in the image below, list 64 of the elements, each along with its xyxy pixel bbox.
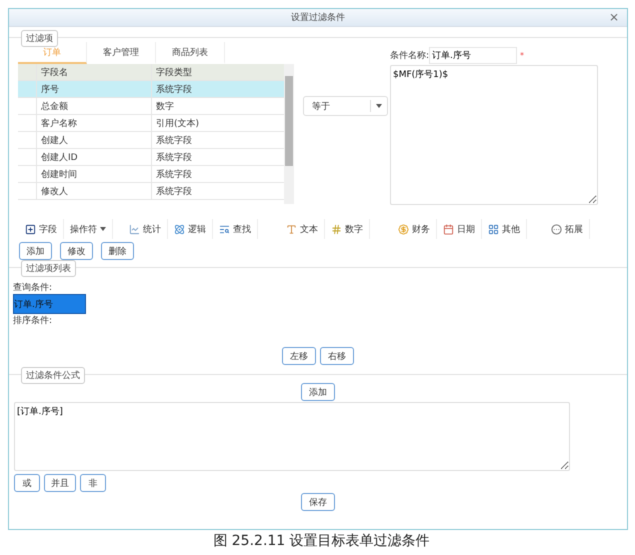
table-row[interactable]: 创建人ID 系统字段 [18, 149, 284, 166]
table-cell: 客户名称 [36, 115, 151, 131]
add-button[interactable]: 添加 [301, 383, 335, 401]
line-chart-icon [129, 224, 140, 234]
section-legend: 过滤条件公式 [21, 367, 85, 384]
table-cell: 创建人ID [36, 149, 151, 165]
table-cell: 修改人 [36, 183, 151, 199]
table-row[interactable]: 创建时间 系统字段 [18, 166, 284, 183]
table-cell: 创建人 [36, 132, 151, 148]
action-button[interactable]: 添加 [19, 242, 52, 260]
figure-caption: 图 25.2.11 设置目标表单过滤条件 [212, 532, 431, 550]
toolbar-button[interactable]: 数字 [325, 219, 370, 239]
plus-icon [25, 224, 36, 234]
toolbar-button[interactable]: 其他 [482, 219, 527, 239]
operator-dropdown[interactable]: 操作符 [64, 219, 113, 239]
operator-button[interactable]: 并且 [44, 474, 76, 492]
table-row[interactable]: 序号 系统字段 [18, 81, 284, 98]
window-title: 设置过滤条件 [291, 12, 345, 24]
table-row[interactable]: 总金额 数字 [18, 98, 284, 115]
caret-icon [376, 104, 382, 108]
move-button[interactable]: 右移 [320, 347, 354, 365]
table-cell: 序号 [36, 81, 151, 97]
toolbar-button[interactable]: 字段 [19, 219, 64, 239]
operator-button[interactable]: 或 [14, 474, 40, 492]
scrollbar[interactable] [284, 64, 294, 204]
toolbar-button[interactable]: 财务 [392, 219, 437, 239]
toolbar-button[interactable]: 日期 [437, 219, 482, 239]
operator-button[interactable]: 非 [80, 474, 106, 492]
toolbar-button[interactable]: 查找 [213, 219, 258, 239]
search-icon [219, 224, 230, 234]
required-mark: * [520, 51, 524, 60]
table-cell: 创建时间 [36, 166, 151, 182]
close-button[interactable]: × [608, 10, 619, 24]
formula-field[interactable]: $MF(序号1)$ [390, 65, 598, 205]
toolbar-button[interactable]: 统计 [123, 219, 168, 239]
letter-t-icon [286, 224, 297, 234]
table-row[interactable]: 客户名称 引用(文本) [18, 115, 284, 132]
toolbar-button[interactable]: 文本 [280, 219, 325, 239]
table-cell: 总金额 [36, 98, 151, 114]
section-legend: 过滤项列表 [21, 260, 76, 277]
save-button[interactable]: 保存 [301, 493, 335, 511]
dollar-icon [398, 224, 409, 234]
query-label: 查询条件: [13, 282, 54, 294]
toolbar-button[interactable]: 拓展 [545, 219, 590, 239]
action-button[interactable]: 修改 [60, 242, 93, 260]
field-label: 条件名称: [390, 50, 430, 62]
formula-field[interactable]: [订单.序号] [14, 402, 570, 471]
section-legend: 过滤项 [21, 30, 58, 47]
table-row[interactable]: 创建人 系统字段 [18, 132, 284, 149]
calendar-icon [443, 224, 454, 234]
table-row[interactable]: 修改人 系统字段 [18, 183, 284, 200]
grid-icon [488, 224, 499, 234]
caret-icon [100, 227, 106, 231]
hash-icon [331, 224, 342, 234]
move-button[interactable]: 左移 [282, 347, 316, 365]
toolbar-button[interactable]: 逻辑 [168, 219, 213, 239]
operator-select[interactable]: 等于 [303, 96, 388, 116]
atom-icon [174, 224, 185, 234]
list-item[interactable]: 订单.序号 [13, 294, 86, 314]
column-header: 字段名 [36, 64, 151, 80]
condition-name-field[interactable]: 订单.序号 [429, 47, 518, 64]
action-button[interactable]: 删除 [101, 242, 134, 260]
ellipsis-icon [551, 224, 562, 234]
sort-label: 排序条件: [13, 314, 54, 327]
